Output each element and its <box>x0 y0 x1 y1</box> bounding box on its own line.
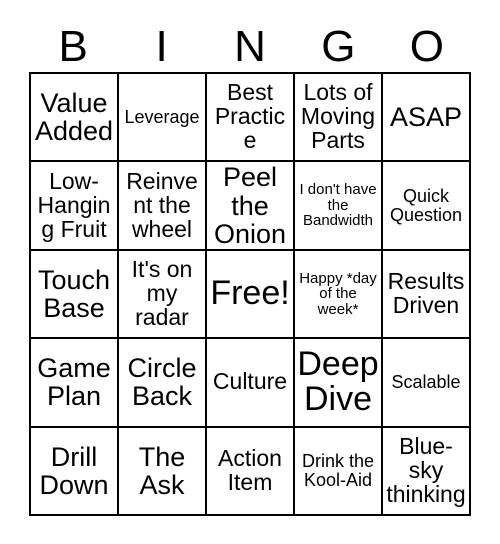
bingo-cell[interactable]: Circle Back <box>119 339 207 428</box>
bingo-cell-label: Circle Back <box>127 353 197 412</box>
bingo-cell-label: It's on my radar <box>131 256 193 330</box>
bingo-cell[interactable]: Lots of Moving Parts <box>295 74 383 163</box>
bingo-cell[interactable]: Deep Dive <box>295 339 383 428</box>
bingo-cell-label: Happy *day of the week* <box>299 269 377 318</box>
bingo-cell-label: Value Added <box>34 88 114 147</box>
bingo-header: B I N G O <box>29 22 471 72</box>
bingo-cell[interactable]: Best Practice <box>207 74 295 163</box>
bingo-cell-label: Touch Base <box>37 264 111 323</box>
bingo-cell-label: Quick Question <box>389 185 463 225</box>
bingo-cell-label: ASAP <box>389 102 463 133</box>
header-letter-i: I <box>155 22 168 71</box>
bingo-cell[interactable]: ASAP <box>383 74 471 163</box>
bingo-cell[interactable]: Drink the Kool-Aid <box>295 427 383 516</box>
bingo-cell-label: Reinvent the wheel <box>126 167 198 242</box>
bingo-cell[interactable]: Game Plan <box>31 339 119 428</box>
bingo-cell[interactable]: It's on my radar <box>119 250 207 340</box>
header-letter-o: O <box>409 22 444 71</box>
bingo-cell-label: Free! <box>210 274 290 313</box>
bingo-cell[interactable]: Drill Down <box>31 427 119 516</box>
bingo-cell[interactable]: The Ask <box>119 427 207 516</box>
bingo-cell-free[interactable]: Free! <box>207 250 295 340</box>
bingo-cell[interactable]: Action Item <box>207 427 295 516</box>
bingo-cell-label: Leverage <box>124 106 200 127</box>
bingo-cell-label: Scalable <box>391 372 461 393</box>
bingo-cell[interactable]: Blue-sky thinking <box>383 427 471 516</box>
bingo-cell-label: Drill Down <box>39 441 109 500</box>
bingo-card: B I N G O Value Added Leverage Best Prac… <box>0 0 500 544</box>
bingo-cell[interactable]: I don't have the Bandwidth <box>295 162 383 251</box>
bingo-cell-label: Peel the Onion <box>213 162 287 249</box>
bingo-grid: Value Added Leverage Best Practice Lots … <box>29 72 471 516</box>
bingo-cell[interactable]: Reinvent the wheel <box>119 162 207 251</box>
bingo-cell-label: Drink the Kool-Aid <box>301 451 375 490</box>
bingo-cell[interactable]: Culture <box>207 339 295 428</box>
header-letter-n: N <box>234 22 266 71</box>
bingo-cell-label: Game Plan <box>37 353 111 412</box>
bingo-cell[interactable]: Scalable <box>383 339 471 428</box>
bingo-cell-label: Deep Dive <box>297 345 379 419</box>
bingo-cell[interactable]: Happy *day of the week* <box>295 250 383 340</box>
bingo-cell-label: Culture <box>212 368 288 395</box>
bingo-cell[interactable]: Touch Base <box>31 250 119 340</box>
bingo-cell[interactable]: Leverage <box>119 74 207 163</box>
bingo-cell-label: Results Driven <box>387 268 465 318</box>
bingo-cell[interactable]: Value Added <box>31 74 119 163</box>
bingo-cell[interactable]: Peel the Onion <box>207 162 295 251</box>
bingo-cell-label: The Ask <box>138 441 186 500</box>
bingo-cell[interactable]: Low-Hanging Fruit <box>31 162 119 251</box>
bingo-cell-label: I don't have the Bandwidth <box>299 181 377 230</box>
bingo-cell-label: Low-Hanging Fruit <box>37 167 111 242</box>
bingo-cell-label: Action Item <box>218 444 282 495</box>
bingo-cell[interactable]: Quick Question <box>383 162 471 251</box>
bingo-cell-label: Best Practice <box>214 79 286 154</box>
bingo-cell-label: Lots of Moving Parts <box>300 79 376 154</box>
header-letter-g: G <box>321 22 356 71</box>
bingo-cell-label: Blue-sky thinking <box>386 432 466 507</box>
bingo-cell[interactable]: Results Driven <box>383 250 471 340</box>
header-letter-b: B <box>58 22 88 71</box>
